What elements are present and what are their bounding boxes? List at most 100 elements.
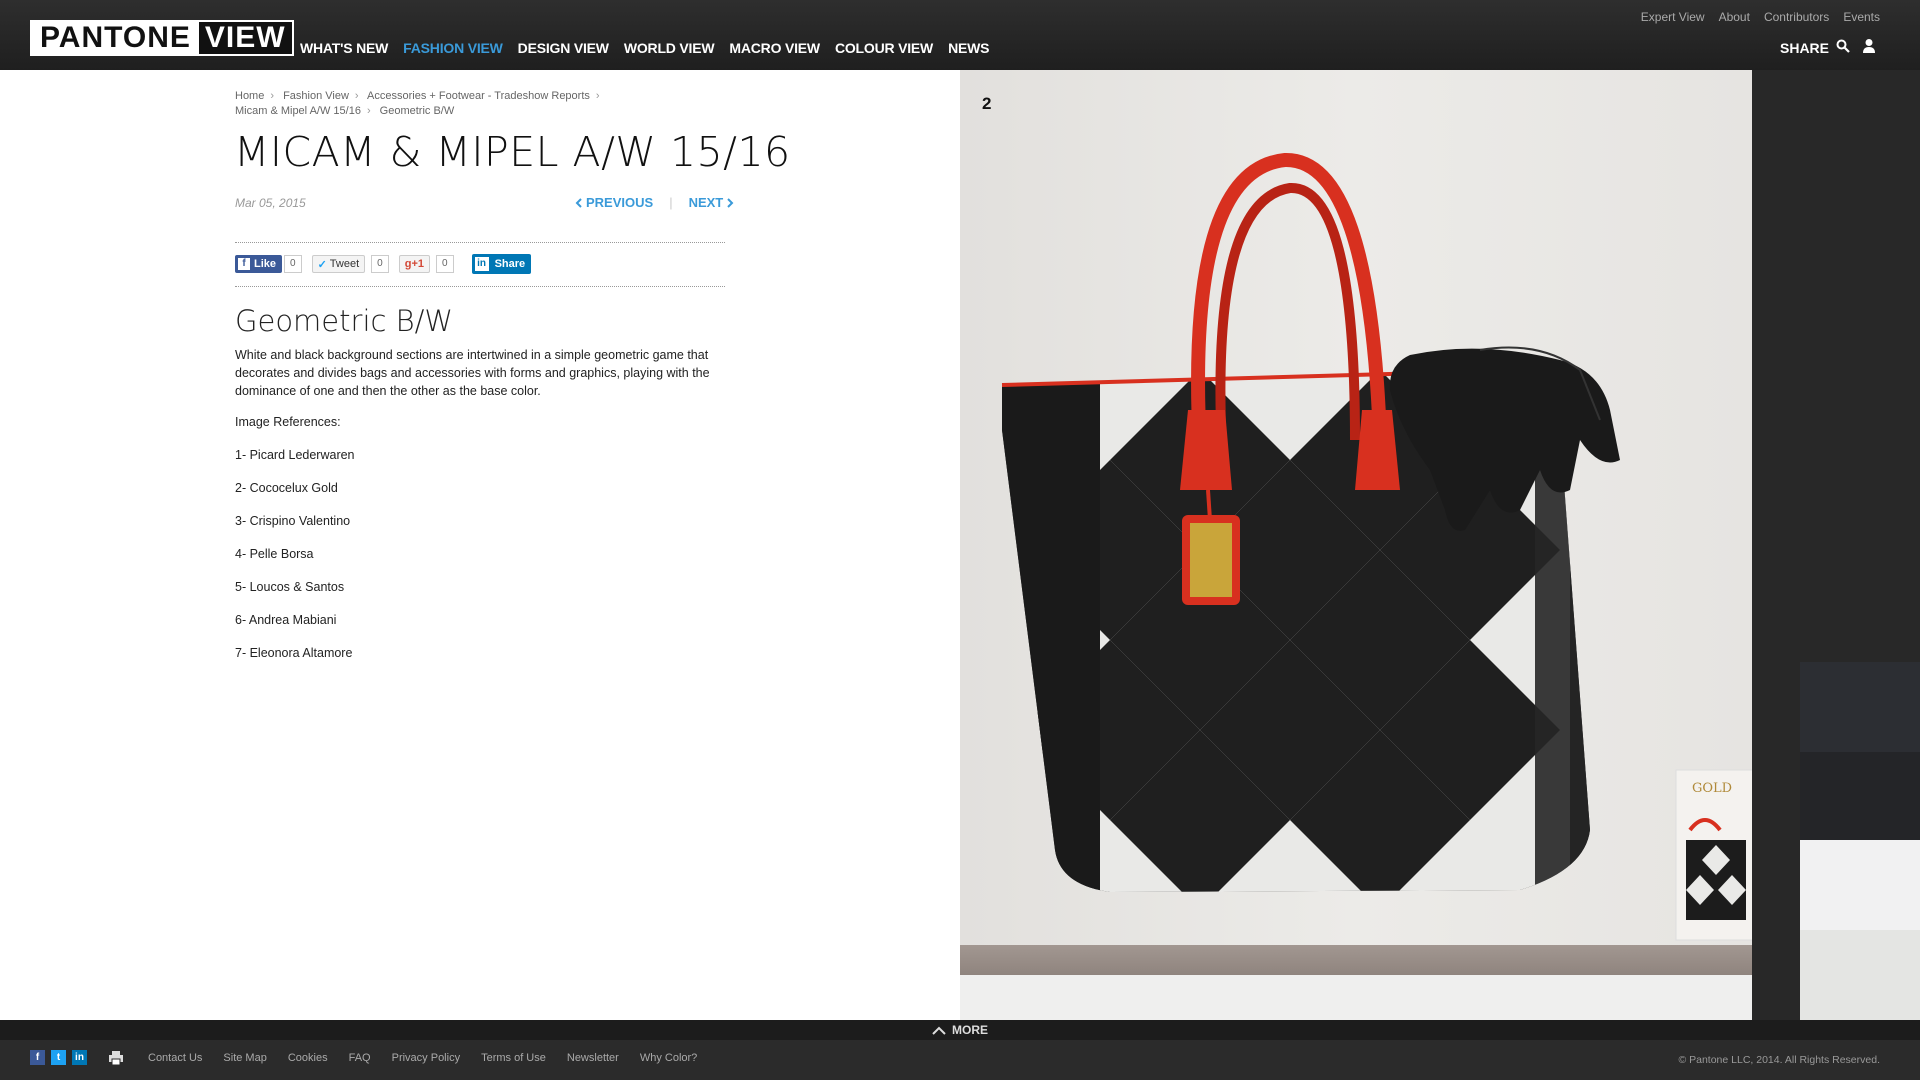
user-icon[interactable] bbox=[1862, 38, 1876, 54]
image-counter: 2 bbox=[982, 94, 992, 113]
tweet-count: 0 bbox=[371, 255, 389, 273]
footer-site-map[interactable]: Site Map bbox=[223, 1052, 266, 1064]
share-button[interactable]: SHARE bbox=[1780, 40, 1829, 56]
chevron-right-icon bbox=[727, 197, 734, 208]
nav-design-view[interactable]: DESIGN VIEW bbox=[518, 40, 609, 56]
facebook-icon[interactable]: f bbox=[30, 1050, 45, 1065]
nav-world-view[interactable]: WORLD VIEW bbox=[624, 40, 715, 56]
breadcrumb-current: Geometric B/W bbox=[379, 105, 455, 117]
tweet-button[interactable]: ✓ Tweet bbox=[311, 255, 366, 273]
next-link[interactable]: NEXT bbox=[689, 195, 735, 210]
main-nav: WHAT'S NEW FASHION VIEW DESIGN VIEW WORL… bbox=[300, 40, 989, 56]
footer-newsletter[interactable]: Newsletter bbox=[567, 1052, 619, 1064]
list-item: 2- Cococelux Gold bbox=[235, 481, 338, 495]
divider-top bbox=[235, 242, 725, 243]
facebook-like-button[interactable]: f Like bbox=[235, 255, 283, 273]
chevron-right-icon: › bbox=[270, 90, 275, 102]
pagination-divider: | bbox=[669, 195, 673, 210]
utility-nav: Expert View About Contributors Events bbox=[1641, 10, 1880, 24]
twitter-icon: ✓ bbox=[317, 258, 327, 271]
more-toggle[interactable]: MORE bbox=[0, 1020, 1920, 1040]
divider-bottom bbox=[235, 286, 725, 287]
util-contributors[interactable]: Contributors bbox=[1764, 10, 1829, 24]
facebook-like-group: f Like 0 bbox=[235, 255, 302, 273]
gallery-image[interactable]: GOLD bbox=[960, 70, 1752, 1020]
chevron-right-icon: › bbox=[595, 90, 600, 102]
list-item: 6- Andrea Mabiani bbox=[235, 613, 337, 627]
thumbnail-3[interactable] bbox=[1800, 840, 1920, 930]
footer-cookies[interactable]: Cookies bbox=[288, 1052, 328, 1064]
handbag-photo: GOLD bbox=[960, 152, 1752, 1020]
like-label: Like bbox=[254, 258, 277, 270]
chevron-right-icon: › bbox=[354, 90, 359, 102]
chevron-up-icon bbox=[932, 1026, 946, 1035]
footer-social: f t in bbox=[30, 1050, 87, 1065]
floor bbox=[960, 975, 1752, 1020]
google-plus-button[interactable]: g +1 bbox=[398, 255, 430, 273]
tweet-label: Tweet bbox=[329, 258, 360, 270]
google-plus-icon: g bbox=[404, 258, 412, 270]
more-label: MORE bbox=[952, 1023, 988, 1037]
tweet-group: ✓ Tweet 0 bbox=[311, 255, 389, 273]
thumbnail-1[interactable] bbox=[1800, 662, 1920, 752]
copyright-text: © Pantone LLC, 2014. All Rights Reserved… bbox=[1678, 1054, 1880, 1066]
image-references-heading: Image References: bbox=[235, 415, 341, 429]
pantone-view-logo[interactable]: PANTONE VIEW bbox=[30, 20, 294, 56]
chevron-right-icon: › bbox=[366, 105, 371, 117]
previous-link[interactable]: PREVIOUS bbox=[575, 195, 653, 210]
next-label: NEXT bbox=[688, 195, 724, 210]
footer-links: Contact Us Site Map Cookies FAQ Privacy … bbox=[148, 1052, 697, 1064]
thumbnail-2[interactable] bbox=[1800, 752, 1920, 840]
twitter-icon[interactable]: t bbox=[51, 1050, 66, 1065]
util-about[interactable]: About bbox=[1719, 10, 1750, 24]
breadcrumb-accessories[interactable]: Accessories + Footwear - Tradeshow Repor… bbox=[367, 90, 590, 102]
list-item: 3- Crispino Valentino bbox=[235, 514, 351, 528]
like-count: 0 bbox=[284, 255, 302, 273]
shelf bbox=[960, 945, 1752, 975]
footer-contact-us[interactable]: Contact Us bbox=[148, 1052, 202, 1064]
publish-date: Mar 05, 2015 bbox=[235, 196, 306, 210]
nav-news[interactable]: NEWS bbox=[948, 40, 989, 56]
breadcrumb-home[interactable]: Home bbox=[235, 90, 264, 102]
social-share-bar: f Like 0 ✓ Tweet 0 g +1 0 in Share bbox=[235, 254, 532, 274]
print-icon[interactable] bbox=[108, 1050, 124, 1066]
breadcrumb-fashion-view[interactable]: Fashion View bbox=[283, 90, 349, 102]
footer-privacy-policy[interactable]: Privacy Policy bbox=[392, 1052, 460, 1064]
linkedin-icon: in bbox=[474, 257, 489, 271]
search-icon[interactable] bbox=[1836, 39, 1850, 53]
facebook-icon: f bbox=[238, 258, 250, 270]
nav-fashion-view[interactable]: FASHION VIEW bbox=[403, 40, 503, 56]
footer-terms-of-use[interactable]: Terms of Use bbox=[481, 1052, 546, 1064]
chevron-left-icon bbox=[575, 197, 582, 208]
image-references-list: 1- Picard Lederwaren 2- Cococelux Gold 3… bbox=[235, 448, 355, 679]
breadcrumb-micam-mipel[interactable]: Micam & Mipel A/W 15/16 bbox=[235, 105, 361, 117]
logo-text-view: VIEW bbox=[198, 22, 292, 54]
list-item: 1- Picard Lederwaren bbox=[235, 448, 355, 462]
previous-label: PREVIOUS bbox=[586, 195, 654, 210]
thumbnail-4[interactable] bbox=[1800, 930, 1920, 1020]
footer-why-color[interactable]: Why Color? bbox=[640, 1052, 697, 1064]
breadcrumb: Home › Fashion View › Accessories + Footwe… bbox=[235, 89, 655, 119]
util-events[interactable]: Events bbox=[1843, 10, 1880, 24]
linkedin-share-button[interactable]: in Share bbox=[471, 254, 532, 274]
section-title: Geometric B/W bbox=[235, 304, 454, 338]
linkedin-share-label: Share bbox=[494, 258, 526, 270]
list-item: 4- Pelle Borsa bbox=[235, 547, 314, 561]
linkedin-icon[interactable]: in bbox=[72, 1050, 87, 1065]
logo-text-pantone: PANTONE bbox=[32, 22, 199, 54]
list-item: 5- Loucos & Santos bbox=[235, 580, 345, 594]
site-header: PANTONE VIEW WHAT'S NEW FASHION VIEW DES… bbox=[0, 0, 1920, 70]
footer-faq[interactable]: FAQ bbox=[349, 1052, 371, 1064]
nav-macro-view[interactable]: MACRO VIEW bbox=[729, 40, 820, 56]
gplus-group: g +1 0 bbox=[398, 255, 454, 273]
pagination-nav: PREVIOUS | NEXT bbox=[575, 195, 734, 210]
nav-whats-new[interactable]: WHAT'S NEW bbox=[300, 40, 388, 56]
product-box-label: GOLD bbox=[1692, 781, 1732, 796]
nav-colour-view[interactable]: COLOUR VIEW bbox=[835, 40, 933, 56]
page-title: MICAM & MIPEL A/W 15/16 bbox=[234, 128, 791, 176]
list-item: 7- Eleonora Altamore bbox=[235, 646, 353, 660]
section-description: White and black background sections are … bbox=[235, 348, 710, 398]
util-expert-view[interactable]: Expert View bbox=[1641, 10, 1705, 24]
gplus-count: 0 bbox=[436, 255, 454, 273]
gplus-label: +1 bbox=[411, 258, 424, 270]
